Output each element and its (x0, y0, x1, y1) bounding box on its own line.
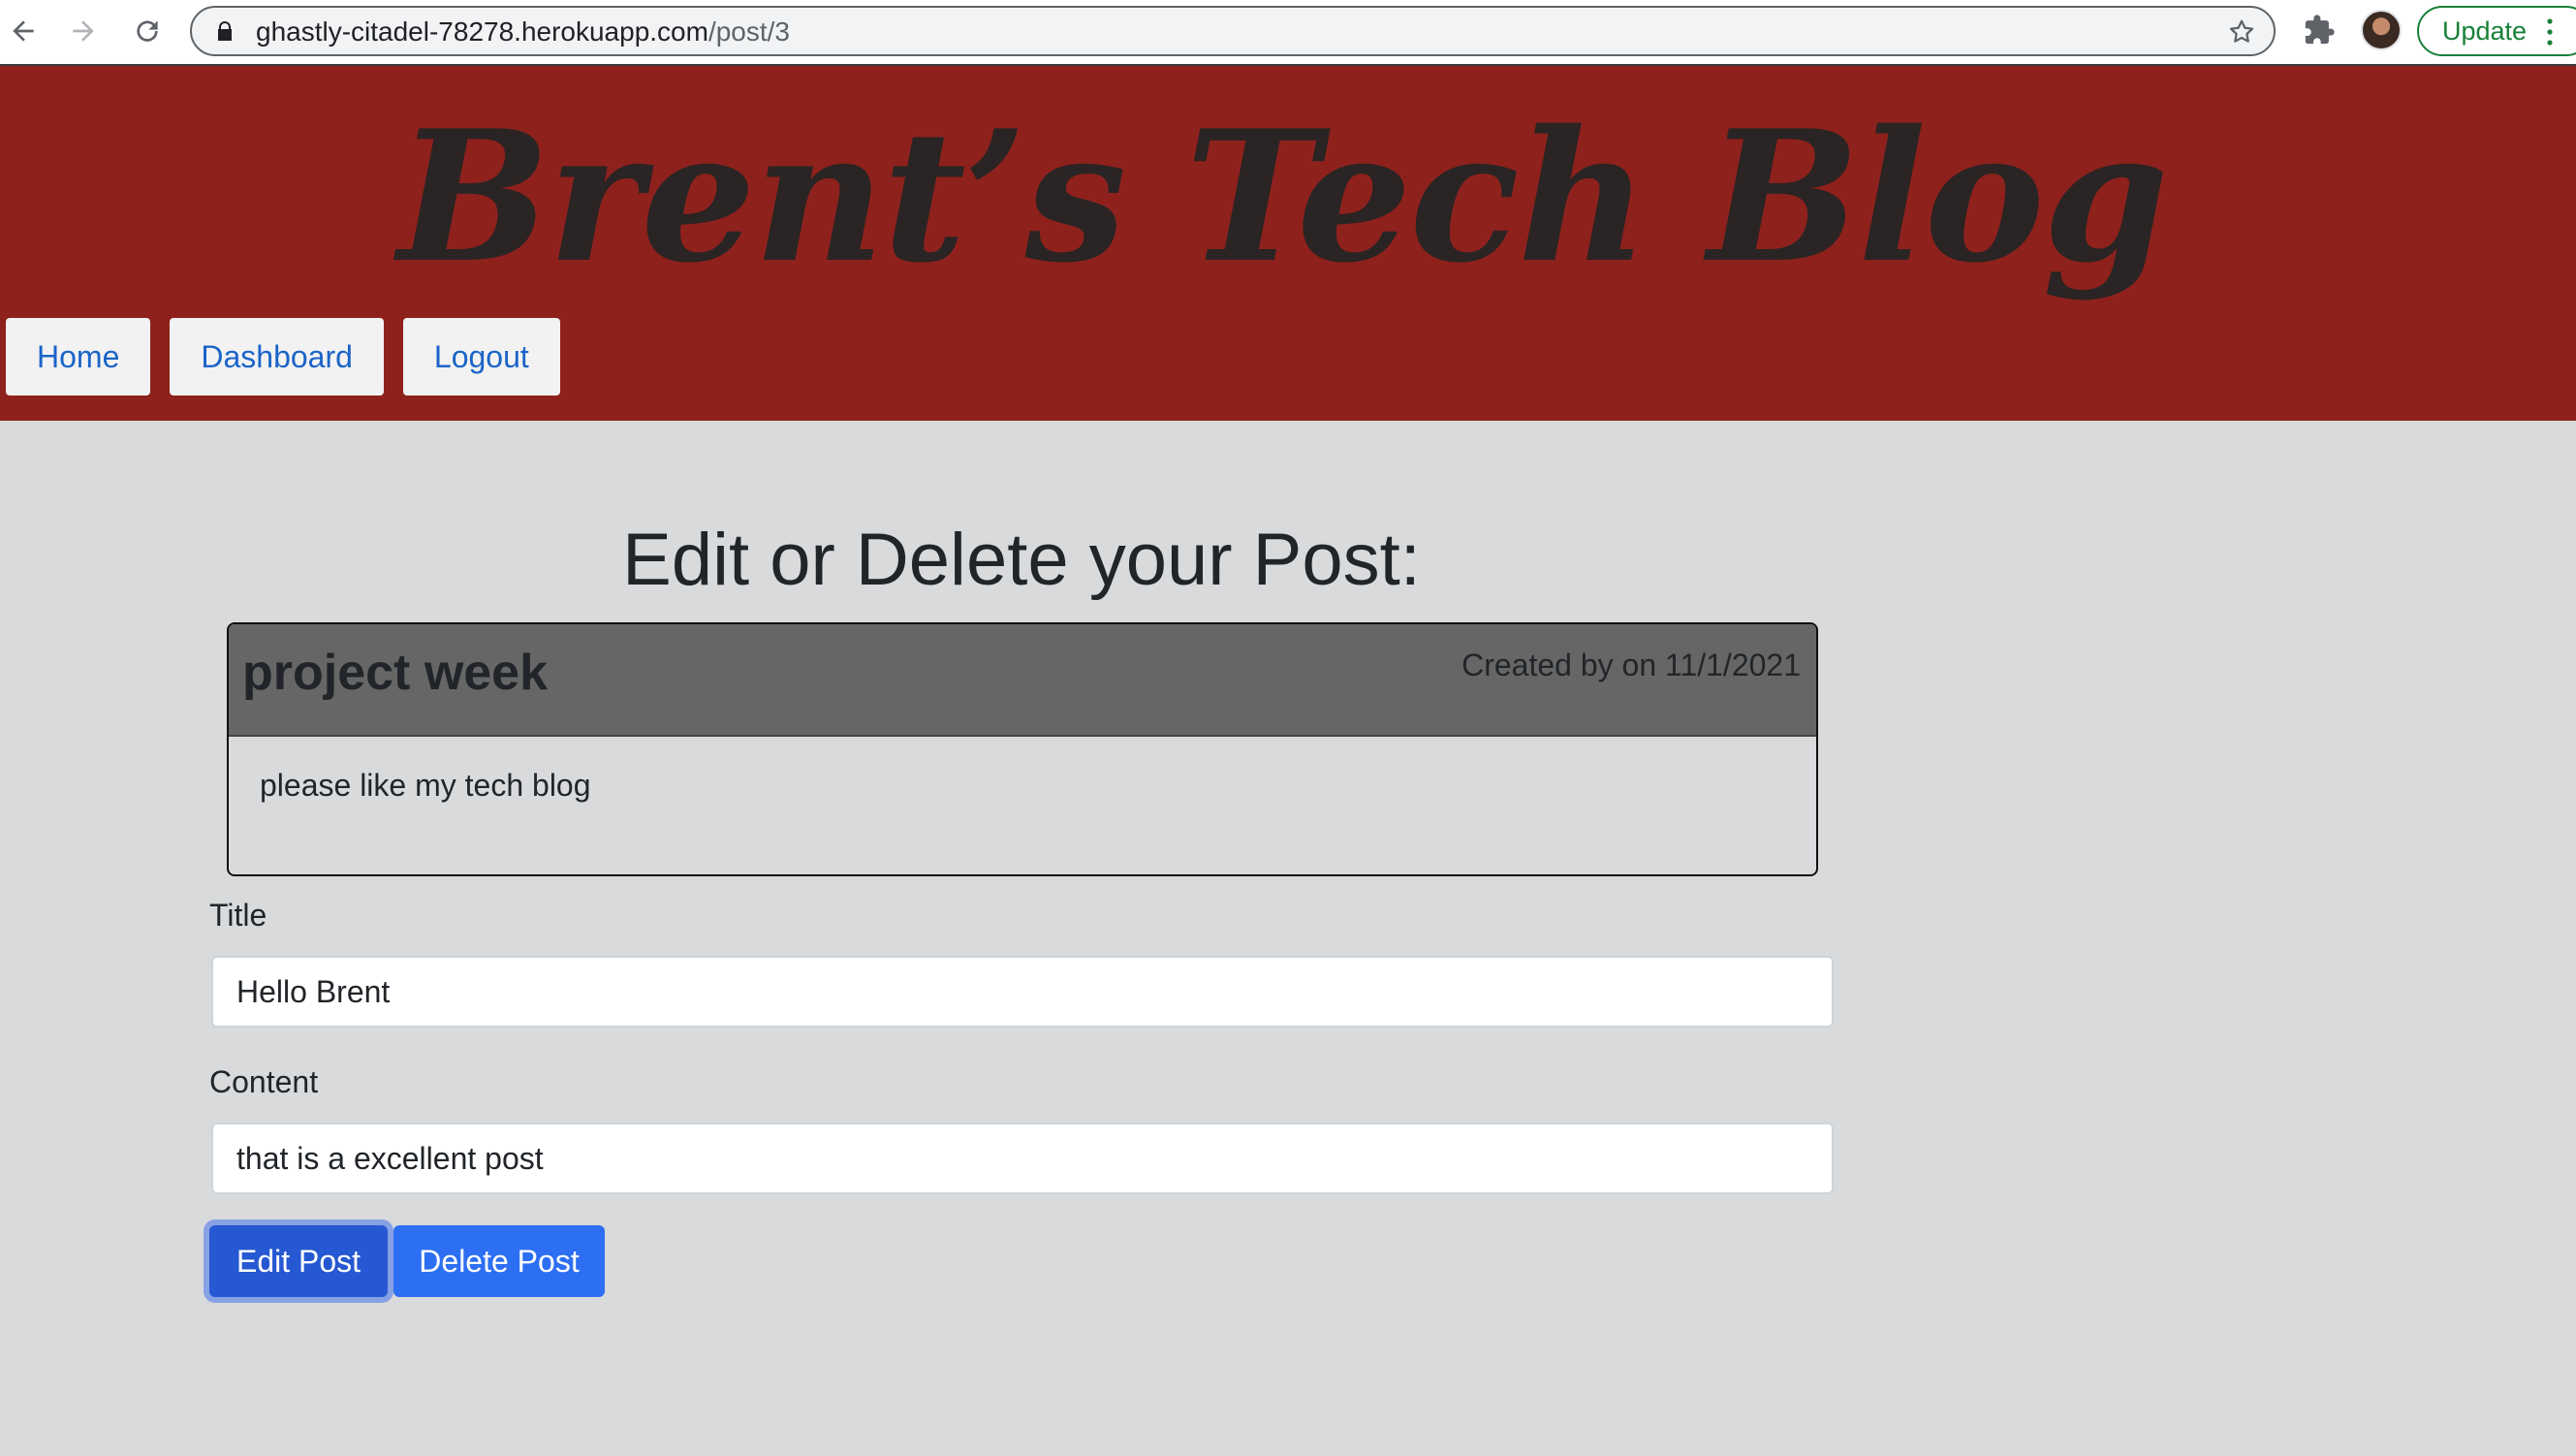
back-button[interactable] (4, 12, 43, 50)
browser-toolbar: ghastly-citadel-78278.herokuapp.com/post… (0, 0, 2576, 66)
post-body: please like my tech blog (260, 768, 591, 803)
nav-logout-link[interactable]: Logout (402, 318, 560, 396)
reload-icon (137, 20, 158, 42)
reload-button[interactable] (128, 12, 167, 50)
content-label: Content (209, 1064, 319, 1099)
update-button[interactable]: Update (2417, 6, 2576, 56)
delete-post-button[interactable]: Delete Post (393, 1225, 605, 1297)
forward-button[interactable] (64, 12, 103, 50)
lock-icon (218, 21, 232, 41)
post-meta: Created by on 11/1/2021 (1461, 648, 1801, 682)
more-vert-icon (2547, 18, 2553, 46)
arrow-right-icon (73, 20, 94, 42)
site-title: Brent’s Tech Blog (397, 90, 2169, 302)
arrow-left-icon (13, 20, 34, 42)
edit-post-button[interactable]: Edit Post (209, 1225, 388, 1297)
nav-home-link[interactable]: Home (6, 318, 151, 396)
url-text: ghastly-citadel-78278.herokuapp.com/post… (256, 16, 790, 47)
post-card-header: project week Created by on 11/1/2021 (229, 624, 1816, 737)
update-label: Update (2442, 16, 2528, 46)
url-host: ghastly-citadel-78278.herokuapp.com (256, 16, 708, 47)
puzzle-icon[interactable] (2303, 14, 2336, 47)
bookmark-star-icon[interactable] (2227, 17, 2256, 47)
title-label: Title (209, 898, 267, 933)
post-card: project week Created by on 11/1/2021 ple… (227, 622, 1818, 876)
site-nav: Home Dashboard Logout (6, 318, 560, 396)
address-bar[interactable]: ghastly-citadel-78278.herokuapp.com/post… (190, 6, 2276, 56)
page-heading: Edit or Delete your Post: (622, 519, 1421, 601)
site-header: Brent’s Tech Blog Home Dashboard Logout (0, 66, 2576, 421)
content-input[interactable] (211, 1123, 1834, 1194)
title-input[interactable] (211, 956, 1834, 1028)
url-path: /post/3 (707, 16, 791, 47)
nav-dashboard-link[interactable]: Dashboard (170, 318, 384, 396)
post-title: project week (242, 645, 549, 701)
profile-avatar[interactable] (2361, 10, 2402, 50)
